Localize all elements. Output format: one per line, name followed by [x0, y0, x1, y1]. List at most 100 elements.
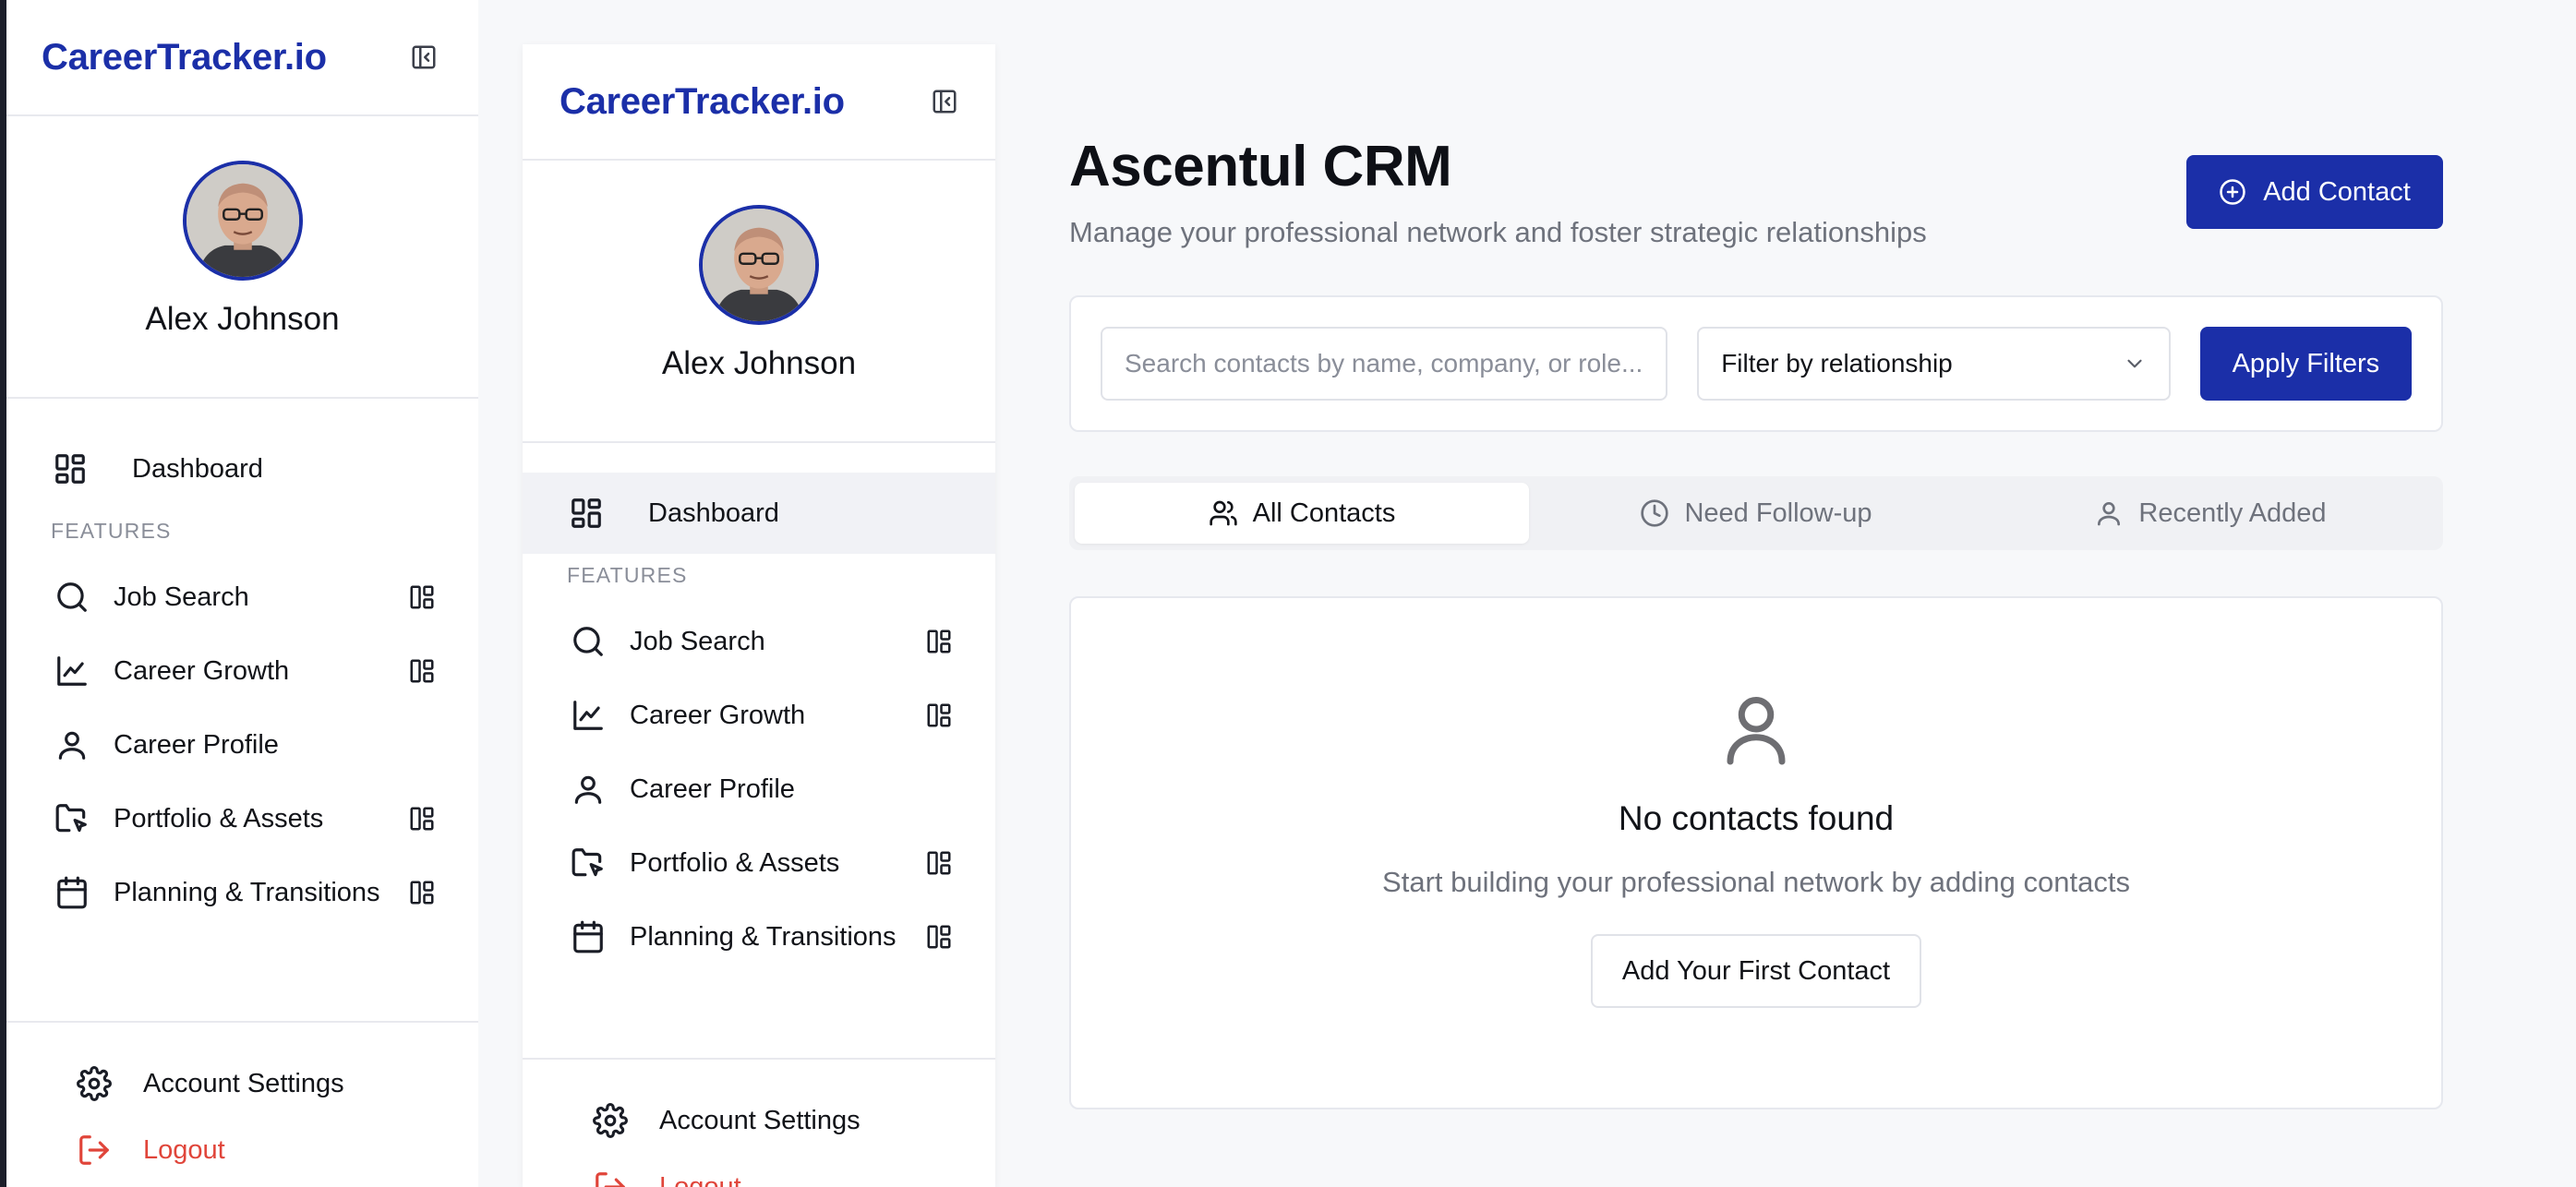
users-icon: [1209, 500, 1237, 526]
line-chart-icon: [571, 698, 606, 733]
add-contact-label: Add Contact: [2263, 176, 2411, 207]
sidebar-item-label: Career Profile: [630, 773, 795, 804]
sidebar-header: CareerTracker.io: [523, 44, 995, 161]
sidebar-item-career-growth[interactable]: Career Growth: [523, 678, 995, 752]
account-settings-link[interactable]: Account Settings: [6, 1050, 478, 1117]
apply-filters-button[interactable]: Apply Filters: [2199, 327, 2412, 401]
sidebar-back: CareerTracker.io Alex Johnson Dashboard …: [0, 0, 478, 1187]
user-profile: Alex Johnson: [523, 161, 995, 443]
dashboard-layout-icon[interactable]: [408, 879, 436, 906]
sidebar-item-career-growth[interactable]: Career Growth: [6, 634, 478, 708]
tab-label: Need Follow-up: [1684, 498, 1872, 528]
relationship-filter-select[interactable]: Filter by relationship: [1697, 327, 2171, 401]
tab-recently-added[interactable]: Recently Added: [1983, 483, 2438, 544]
user-name: Alex Johnson: [145, 301, 340, 337]
empty-state-subtitle: Start building your professional network…: [1382, 866, 2130, 898]
line-chart-icon: [54, 653, 90, 689]
dashboard-layout-icon[interactable]: [925, 701, 953, 729]
sidebar-item-label: Job Search: [630, 626, 765, 656]
sidebar-item-label: Planning & Transitions: [114, 877, 380, 907]
sidebar-item-career-profile[interactable]: Career Profile: [523, 752, 995, 826]
contact-tabs: All Contacts Need Follow-up Recently Add…: [1069, 476, 2443, 550]
brand-logo[interactable]: CareerTracker.io: [42, 37, 327, 78]
add-first-contact-button[interactable]: Add Your First Contact: [1590, 934, 1922, 1008]
dashboard-layout-icon[interactable]: [925, 628, 953, 655]
main-content: Ascentul CRM Manage your professional ne…: [1069, 129, 2443, 1109]
clock-icon: [1641, 499, 1669, 527]
logout-icon: [77, 1133, 112, 1168]
add-contact-button[interactable]: Add Contact: [2186, 155, 2443, 229]
sidebar-item-label: Job Search: [114, 582, 249, 612]
empty-state-title: No contacts found: [1618, 799, 1895, 837]
sidebar-item-portfolio-assets[interactable]: Portfolio & Assets: [6, 782, 478, 856]
sidebar-nav: Dashboard FEATURES Job Search Career Gro…: [6, 399, 478, 1021]
page-subtitle: Manage your professional network and fos…: [1069, 216, 1927, 248]
avatar[interactable]: [182, 161, 303, 281]
dashboard-layout-icon[interactable]: [408, 805, 436, 833]
user-name: Alex Johnson: [661, 345, 857, 381]
dashboard-layout-icon[interactable]: [408, 583, 436, 611]
logout-label: Logout: [659, 1171, 741, 1187]
sidebar-item-label: Career Growth: [114, 655, 290, 686]
page-title: Ascentul CRM: [1069, 135, 1452, 198]
tab-label: Recently Added: [2138, 498, 2327, 528]
relationship-filter-value: Filter by relationship: [1721, 349, 1953, 378]
collapse-sidebar-icon[interactable]: [931, 88, 958, 115]
sidebar-footer: Account Settings Logout: [6, 1021, 478, 1187]
sidebar-item-label: Dashboard: [132, 453, 263, 484]
filter-bar: Filter by relationship Apply Filters: [1069, 295, 2443, 432]
sidebar-item-career-profile[interactable]: Career Profile: [6, 708, 478, 782]
sidebar-item-job-search[interactable]: Job Search: [523, 605, 995, 678]
sidebar-item-label: Portfolio & Assets: [114, 803, 324, 833]
dashboard-layout-icon[interactable]: [408, 657, 436, 685]
calendar-icon: [571, 919, 606, 954]
sidebar-item-label: Dashboard: [648, 498, 779, 528]
sidebar-item-dashboard[interactable]: Dashboard: [6, 428, 478, 510]
brand-logo[interactable]: CareerTracker.io: [560, 81, 845, 123]
sidebar-item-planning-transitions[interactable]: Planning & Transitions: [6, 856, 478, 929]
user-icon: [54, 727, 90, 762]
features-section-label: FEATURES: [567, 563, 688, 587]
gear-icon: [77, 1066, 112, 1101]
folder-icon: [54, 801, 90, 836]
sidebar-item-label: Career Growth: [630, 700, 806, 730]
logout-link[interactable]: Logout: [523, 1154, 995, 1187]
user-icon: [1727, 697, 1786, 765]
gear-icon: [593, 1103, 628, 1138]
sidebar-front: CareerTracker.io Alex Johnson Dashboard …: [523, 44, 995, 1187]
sidebar-item-portfolio-assets[interactable]: Portfolio & Assets: [523, 826, 995, 900]
user-profile: Alex Johnson: [6, 116, 478, 399]
chevron-down-icon: [2127, 359, 2142, 368]
page-header: Ascentul CRM Manage your professional ne…: [1069, 129, 2443, 249]
tab-all-contacts[interactable]: All Contacts: [1075, 483, 1529, 544]
sidebar-header: CareerTracker.io: [6, 0, 478, 116]
sidebar-nav: Dashboard FEATURES Job Search Career Gro…: [523, 443, 995, 1058]
sidebar-item-label: Career Profile: [114, 729, 279, 760]
sidebar-item-label: Portfolio & Assets: [630, 847, 840, 878]
sidebar-item-job-search[interactable]: Job Search: [6, 560, 478, 634]
logout-label: Logout: [143, 1134, 225, 1165]
dashboard-layout-icon[interactable]: [925, 923, 953, 951]
tab-need-follow-up[interactable]: Need Follow-up: [1529, 483, 1983, 544]
account-settings-label: Account Settings: [659, 1105, 861, 1135]
account-settings-label: Account Settings: [143, 1068, 344, 1098]
logout-link[interactable]: Logout: [6, 1117, 478, 1183]
calendar-icon: [54, 875, 90, 910]
search-input[interactable]: [1101, 327, 1668, 401]
empty-state: No contacts found Start building your pr…: [1069, 596, 2443, 1109]
collapse-sidebar-icon[interactable]: [410, 43, 438, 71]
sidebar-item-planning-transitions[interactable]: Planning & Transitions: [523, 900, 995, 974]
sidebar-item-label: Planning & Transitions: [630, 921, 897, 952]
search-icon: [571, 624, 606, 659]
dashboard-icon: [569, 496, 604, 531]
user-icon: [2098, 502, 2121, 526]
search-icon: [54, 580, 90, 615]
tab-label: All Contacts: [1252, 498, 1396, 528]
dashboard-icon: [53, 451, 88, 486]
avatar[interactable]: [699, 205, 819, 325]
dashboard-layout-icon[interactable]: [925, 849, 953, 877]
sidebar-footer: Account Settings Logout: [523, 1058, 995, 1187]
sidebar-item-dashboard[interactable]: Dashboard: [523, 473, 995, 554]
logout-icon: [593, 1169, 628, 1187]
account-settings-link[interactable]: Account Settings: [523, 1087, 995, 1154]
